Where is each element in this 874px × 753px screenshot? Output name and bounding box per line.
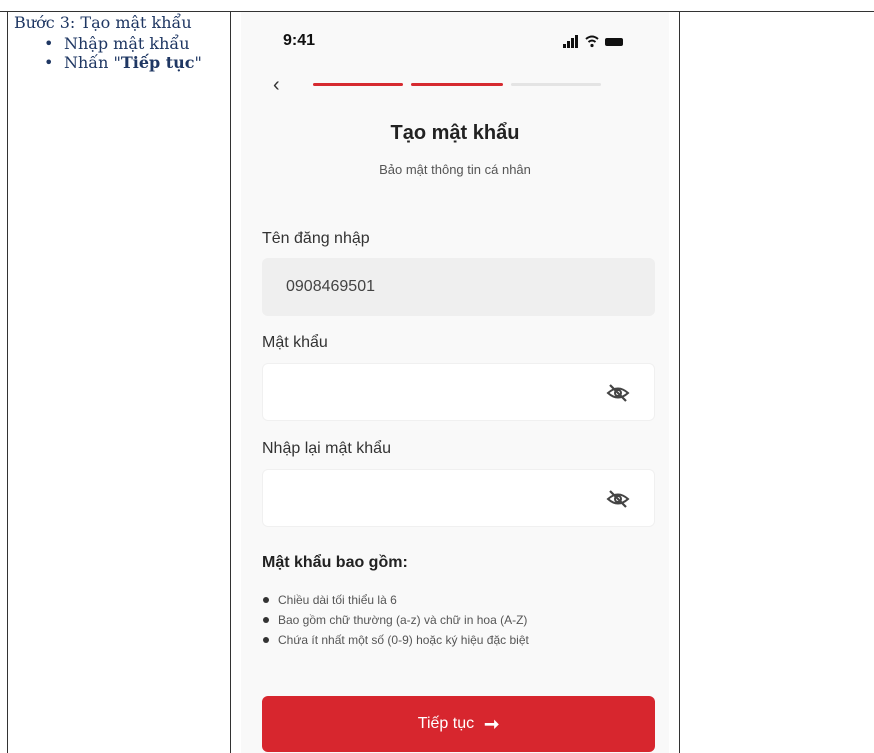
requirement-item: Chứa ít nhất một số (0-9) hoặc ký hiệu đ…	[262, 630, 529, 650]
status-icons	[563, 34, 623, 48]
requirements-list: Chiều dài tối thiểu là 6 Bao gồm chữ thư…	[262, 590, 529, 650]
continue-button[interactable]: Tiếp tục ➞	[262, 696, 655, 752]
page-subtitle: Bảo mật thông tin cá nhân	[379, 162, 531, 177]
wifi-icon	[585, 35, 599, 48]
instruction-list: Nhập mật khẩu Nhấn "Tiếp tục"	[14, 34, 226, 72]
instruction-cell: Bước 3: Tạo mật khẩu Nhập mật khẩu Nhấn …	[14, 13, 226, 72]
arrow-right-icon: ➞	[484, 713, 500, 734]
step-title: Bước 3: Tạo mật khẩu	[14, 13, 192, 32]
eye-off-icon[interactable]	[606, 489, 630, 509]
confirm-password-field[interactable]	[262, 469, 655, 527]
page-title: Tạo mật khẩu	[390, 122, 520, 144]
password-label: Mật khẩu	[262, 334, 328, 351]
requirement-item: Chiều dài tối thiểu là 6	[262, 590, 529, 610]
requirements-title: Mật khẩu bao gồm:	[262, 554, 408, 571]
progress-step-completed	[313, 83, 403, 86]
table-divider	[679, 11, 680, 753]
username-label: Tên đăng nhập	[262, 230, 370, 247]
phone-screen: 9:41 ‹ Tạo mật khẩu Bảo mật thông tin cá…	[241, 12, 669, 753]
status-time: 9:41	[283, 32, 316, 49]
progress-step-pending	[511, 83, 601, 86]
username-field[interactable]: 0908469501	[262, 258, 655, 316]
battery-icon	[605, 38, 623, 46]
table-border-left	[7, 11, 8, 753]
requirement-item: Bao gồm chữ thường (a-z) và chữ in hoa (…	[262, 610, 529, 630]
username-value: 0908469501	[286, 278, 375, 295]
password-field[interactable]	[262, 363, 655, 421]
instruction-item: Nhấn "Tiếp tục"	[14, 53, 204, 72]
table-divider	[230, 11, 231, 753]
eye-off-icon[interactable]	[606, 383, 630, 403]
progress-step-completed	[411, 83, 503, 86]
chevron-left-icon[interactable]: ‹	[273, 74, 280, 97]
confirm-password-label: Nhập lại mật khẩu	[262, 440, 391, 457]
continue-label: Tiếp tục	[417, 715, 475, 732]
instruction-item: Nhập mật khẩu	[14, 34, 204, 53]
